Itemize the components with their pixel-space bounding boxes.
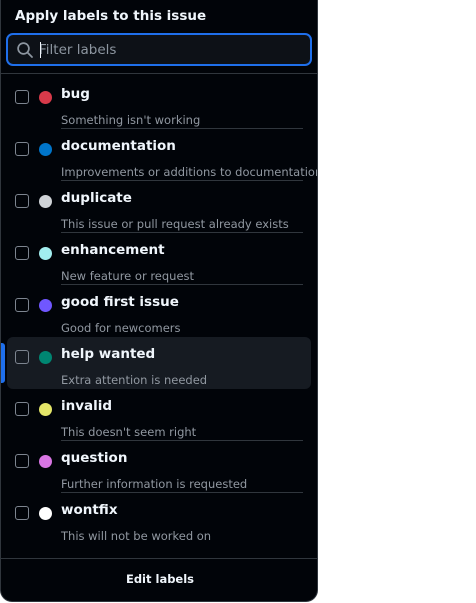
edit-labels-link[interactable]: Edit labels bbox=[1, 572, 317, 586]
label-checkbox[interactable] bbox=[15, 194, 29, 208]
label-checkbox[interactable] bbox=[15, 402, 29, 416]
label-name: invalid bbox=[61, 398, 113, 414]
label-option-duplicate[interactable]: duplicate This issue or pull request alre… bbox=[7, 181, 311, 233]
label-color-swatch bbox=[39, 91, 52, 104]
label-option-question[interactable]: question Further information is requested bbox=[7, 441, 311, 493]
label-name: enhancement bbox=[61, 242, 165, 258]
label-option-enhancement[interactable]: enhancement New feature or request bbox=[7, 233, 311, 285]
filter-box[interactable] bbox=[6, 33, 312, 66]
active-row-indicator bbox=[1, 343, 5, 383]
label-checkbox[interactable] bbox=[15, 142, 29, 156]
text-cursor bbox=[40, 42, 41, 58]
label-name: question bbox=[61, 450, 128, 466]
label-color-swatch bbox=[39, 299, 52, 312]
search-icon bbox=[17, 42, 33, 58]
label-description: This issue or pull request already exist… bbox=[61, 217, 289, 231]
label-description: Extra attention is needed bbox=[61, 373, 208, 387]
label-name: documentation bbox=[61, 138, 176, 154]
label-name: help wanted bbox=[61, 346, 156, 362]
label-name: wontfix bbox=[61, 502, 118, 518]
label-color-swatch bbox=[39, 247, 52, 260]
label-description: Improvements or additions to documentati… bbox=[61, 165, 318, 179]
label-checkbox[interactable] bbox=[15, 350, 29, 364]
label-description: Something isn't working bbox=[61, 113, 201, 127]
label-description: This will not be worked on bbox=[61, 529, 212, 543]
label-checkbox[interactable] bbox=[15, 246, 29, 260]
label-checkbox[interactable] bbox=[15, 506, 29, 520]
label-option-documentation[interactable]: documentation Improvements or additions t… bbox=[7, 129, 317, 181]
label-option-help-wanted[interactable]: help wanted Extra attention is needed bbox=[1, 337, 311, 389]
label-color-swatch bbox=[39, 455, 52, 468]
label-picker-panel: Apply labels to this issue bug Something … bbox=[0, 0, 318, 602]
label-description: Good for newcomers bbox=[61, 321, 181, 335]
label-checkbox[interactable] bbox=[15, 454, 29, 468]
label-option-invalid[interactable]: invalid This doesn't seem right bbox=[7, 389, 311, 441]
header-divider bbox=[1, 73, 317, 74]
panel-title: Apply labels to this issue bbox=[15, 8, 207, 24]
label-description: This doesn't seem right bbox=[61, 425, 197, 439]
label-name: duplicate bbox=[61, 190, 132, 206]
label-color-swatch bbox=[39, 403, 52, 416]
label-checkbox[interactable] bbox=[15, 298, 29, 312]
label-name: good first issue bbox=[61, 294, 179, 310]
footer-divider bbox=[1, 558, 317, 559]
label-color-swatch bbox=[39, 351, 52, 364]
label-description: Further information is requested bbox=[61, 477, 248, 491]
label-color-swatch bbox=[39, 507, 52, 520]
filter-labels-input[interactable] bbox=[39, 38, 301, 61]
label-color-swatch bbox=[39, 143, 52, 156]
label-description: New feature or request bbox=[61, 269, 195, 283]
label-color-swatch bbox=[39, 195, 52, 208]
label-option-good-first-issue[interactable]: good first issue Good for newcomers bbox=[7, 285, 311, 337]
label-checkbox[interactable] bbox=[15, 90, 29, 104]
label-option-wontfix[interactable]: wontfix This will not be worked on bbox=[7, 493, 311, 545]
label-name: bug bbox=[61, 86, 90, 102]
label-option-bug[interactable]: bug Something isn't working bbox=[7, 77, 311, 129]
